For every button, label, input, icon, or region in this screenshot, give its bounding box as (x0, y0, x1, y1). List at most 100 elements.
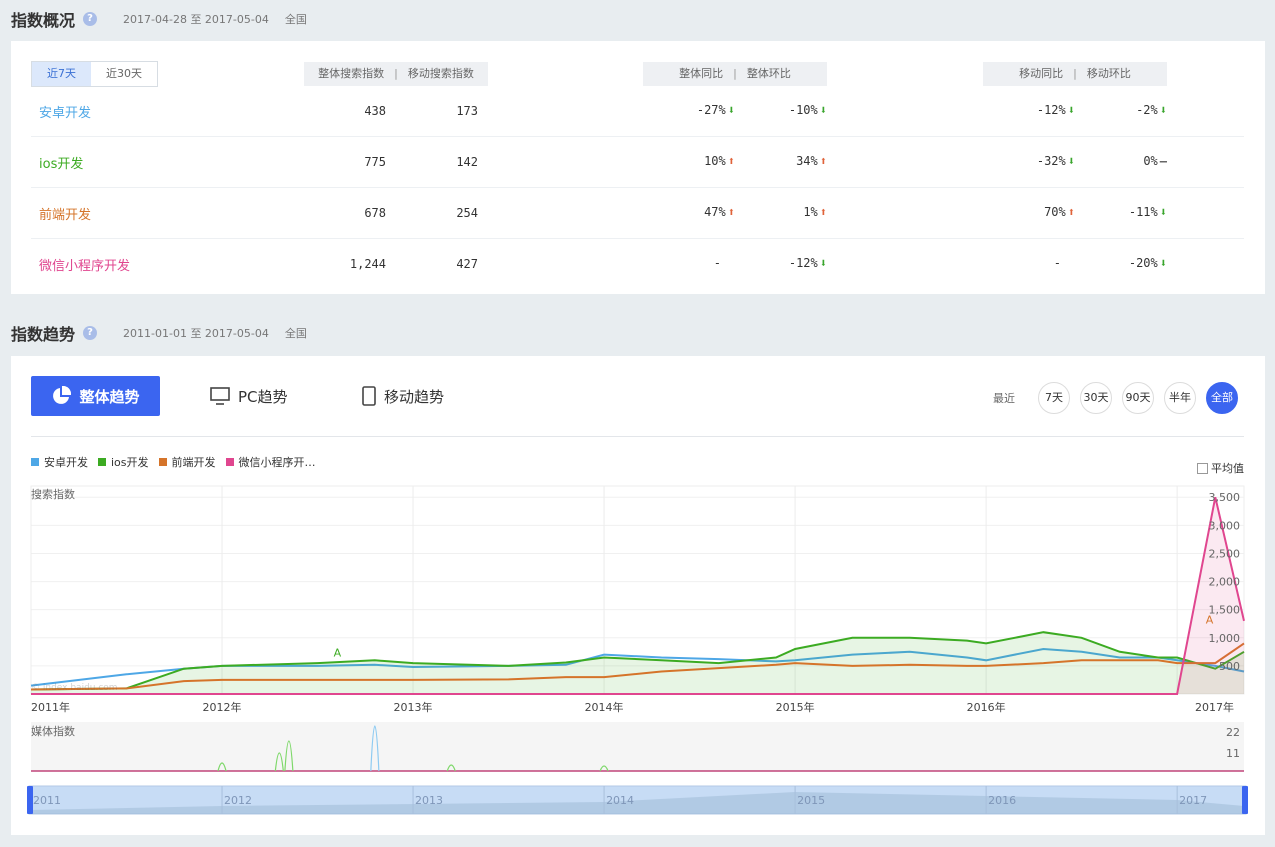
y-tick-label: 1,000 (1209, 632, 1241, 645)
arrow-down-icon: ⬇ (819, 103, 827, 117)
mobile-yoy-value: -12% (1036, 103, 1066, 117)
mobile-mom-value-cell: -11% ⬇ (1129, 205, 1167, 219)
keyword-row: ios开发 775 142 10% ⬆ 34% ⬆ -32% ⬇ 0% – (31, 137, 1244, 188)
help-icon[interactable]: ? (83, 326, 98, 340)
overview-region: 全国 (284, 13, 307, 26)
arrow-up-icon: ⬆ (727, 154, 735, 168)
x-tick-label: 2016年 (967, 700, 1006, 714)
arrow-down-icon: ⬇ (727, 103, 735, 117)
mobile-yoy-value-cell: -12% ⬇ (1037, 103, 1075, 117)
x-tick-label: 2012年 (203, 700, 242, 714)
header-separator: | (733, 67, 737, 80)
mobile-mom-value: -20% (1128, 256, 1158, 270)
mobile-search-value: 254 (456, 206, 478, 220)
arrow-down-icon: ⬇ (819, 256, 827, 270)
arrow-down-icon: ⬇ (1159, 256, 1167, 270)
arrow-up-icon: ⬆ (727, 205, 735, 219)
mobile-mom-value-cell: 0% – (1143, 154, 1167, 168)
mobile-compare-header: 移动同比 | 移动环比 (983, 62, 1167, 86)
navigator-right-handle[interactable] (1242, 786, 1248, 814)
trend-chart[interactable]: 5001,0001,5002,0002,5003,0003,500搜索指数© i… (11, 356, 1265, 835)
navigator-tick-label: 2013 (415, 794, 443, 807)
overall-search-value: 678 (364, 206, 386, 220)
mobile-yoy-value-cell: -32% ⬇ (1037, 154, 1075, 168)
x-tick-label: 2014年 (585, 700, 624, 714)
x-tick-label: 2017年 (1195, 700, 1234, 714)
keyword-row: 安卓开发 438 173 -27% ⬇ -10% ⬇ -12% ⬇ -2% ⬇ (31, 86, 1244, 137)
media-index-label: 媒体指数 (31, 724, 75, 738)
overall-search-value: 438 (364, 104, 386, 118)
navigator-tick-label: 2011 (33, 794, 61, 807)
keyword-link[interactable]: 安卓开发 (39, 102, 91, 121)
overall-search-value: 775 (364, 155, 386, 169)
overall-yoy-value-cell: 10% ⬆ (704, 154, 735, 168)
event-marker[interactable]: A (1206, 614, 1214, 627)
y-tick-label: 3,500 (1209, 491, 1241, 504)
overall-mom-value: -10% (788, 103, 818, 117)
overview-date-range: 2017-04-28 至 2017-05-04 (123, 13, 269, 26)
overall-mom-value-cell: -12% ⬇ (789, 256, 827, 270)
media-y-tick-label: 22 (1226, 726, 1240, 739)
x-tick-label: 2015年 (776, 700, 815, 714)
mobile-mom-value: -11% (1128, 205, 1158, 219)
overall-search-header: 整体搜索指数 (318, 67, 385, 80)
x-tick-label: 2013年 (394, 700, 433, 714)
mobile-mom-header: 移动环比 (1086, 67, 1131, 80)
event-marker[interactable]: A (334, 646, 342, 659)
navigator-tick-label: 2017 (1179, 794, 1207, 807)
mobile-search-header: 移动搜索指数 (407, 67, 474, 80)
overall-mom-value: -12% (788, 256, 818, 270)
mobile-mom-value: -2% (1136, 103, 1158, 117)
keyword-link[interactable]: 前端开发 (39, 204, 91, 223)
overall-mom-value: 1% (803, 205, 818, 219)
keyword-row: 微信小程序开发 1,244 427- -12% ⬇ - -20% ⬇ (31, 239, 1244, 290)
overall-yoy-value-cell: - (714, 256, 735, 270)
mobile-yoy-value: -32% (1036, 154, 1066, 168)
header-separator: | (1073, 67, 1077, 80)
overall-compare-header: 整体同比 | 整体环比 (643, 62, 827, 86)
overview-title: 指数概况 (11, 11, 76, 30)
search-index-label: 搜索指数 (31, 487, 75, 501)
trend-panel: 整体趋势 PC趋势 移动趋势 最近 7天 30天 90天 半年 全部 安卓开发 … (11, 356, 1265, 835)
period-7-days-button[interactable]: 近7天 (32, 62, 91, 86)
arrow-up-icon: ⬆ (1067, 205, 1075, 219)
mobile-yoy-value-cell: 70% ⬆ (1044, 205, 1075, 219)
navigator-tick-label: 2012 (224, 794, 252, 807)
overall-yoy-header: 整体同比 (679, 67, 724, 80)
trend-region: 全国 (284, 327, 307, 340)
overall-yoy-value: - (713, 256, 721, 270)
y-tick-label: 3,000 (1209, 519, 1241, 532)
trend-title: 指数趋势 (11, 325, 76, 344)
overall-mom-header: 整体环比 (746, 67, 791, 80)
trend-header: 指数趋势 ? 2011-01-01 至 2017-05-04 全国 (11, 321, 307, 345)
mobile-mom-value-cell: -2% ⬇ (1136, 103, 1167, 117)
arrow-down-icon: ⬇ (1067, 154, 1075, 168)
mobile-search-value: 142 (456, 155, 478, 169)
mobile-search-value: 173 (456, 104, 478, 118)
header-separator: | (394, 67, 398, 80)
mobile-yoy-header: 移动同比 (1019, 67, 1064, 80)
help-icon[interactable]: ? (83, 12, 98, 26)
arrow-down-icon: ⬇ (1067, 103, 1075, 117)
y-tick-label: 500 (1219, 660, 1240, 673)
overall-search-value: 1,244 (349, 257, 386, 271)
navigator-left-handle[interactable] (27, 786, 33, 814)
arrow-down-icon: ⬇ (1159, 103, 1167, 117)
keyword-link[interactable]: ios开发 (39, 153, 83, 172)
keyword-link[interactable]: 微信小程序开发 (39, 255, 130, 274)
overview-header: 指数概况 ? 2017-04-28 至 2017-05-04 全国 (11, 7, 307, 31)
mobile-mom-value: 0% (1143, 154, 1158, 168)
period-30-days-button[interactable]: 近30天 (91, 62, 157, 86)
mobile-search-value: 427 (456, 257, 478, 271)
overall-yoy-value: -27% (696, 103, 726, 117)
dash-icon: – (1159, 154, 1167, 168)
arrow-up-icon: ⬆ (819, 154, 827, 168)
overall-mom-value-cell: -10% ⬇ (789, 103, 827, 117)
mobile-mom-value-cell: -20% ⬇ (1129, 256, 1167, 270)
x-tick-label: 2011年 (31, 700, 70, 714)
overall-yoy-value: 47% (704, 205, 726, 219)
overall-yoy-value-cell: -27% ⬇ (697, 103, 735, 117)
navigator-tick-label: 2015 (797, 794, 825, 807)
navigator-tick-label: 2014 (606, 794, 634, 807)
arrow-up-icon: ⬆ (819, 205, 827, 219)
